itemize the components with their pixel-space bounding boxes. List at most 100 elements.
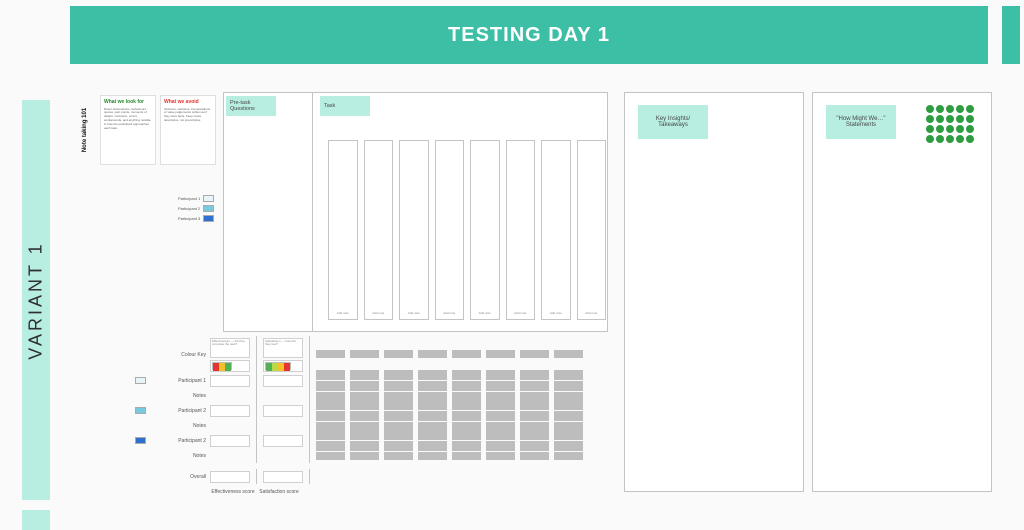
dot-grid[interactable]: [926, 105, 974, 143]
score-swatch[interactable]: [418, 370, 447, 380]
task-column[interactable]: Add note: [364, 140, 394, 320]
dot-icon[interactable]: [926, 125, 934, 133]
notes-swatch[interactable]: [486, 452, 515, 460]
notes-swatch[interactable]: [316, 392, 345, 400]
score-swatch[interactable]: [486, 441, 515, 451]
dot-icon[interactable]: [966, 125, 974, 133]
score-swatch[interactable]: [350, 370, 379, 380]
dot-icon[interactable]: [956, 105, 964, 113]
notes-swatch[interactable]: [418, 392, 447, 400]
score-swatch[interactable]: [316, 400, 345, 410]
score-swatch[interactable]: [384, 381, 413, 391]
score-swatch[interactable]: [486, 430, 515, 440]
notes-swatch[interactable]: [418, 422, 447, 430]
score-swatch[interactable]: [452, 441, 481, 451]
notes-swatch[interactable]: [486, 392, 515, 400]
notes-swatch[interactable]: [418, 452, 447, 460]
score-swatch[interactable]: [384, 411, 413, 421]
score-swatch[interactable]: [486, 411, 515, 421]
score-swatch[interactable]: [520, 381, 549, 391]
score-swatch[interactable]: [486, 381, 515, 391]
notes-swatch[interactable]: [350, 392, 379, 400]
dot-icon[interactable]: [966, 115, 974, 123]
notes-swatch[interactable]: [350, 422, 379, 430]
dot-icon[interactable]: [956, 115, 964, 123]
notes-swatch[interactable]: [316, 452, 345, 460]
score-swatch[interactable]: [554, 370, 583, 380]
score-swatch[interactable]: [452, 411, 481, 421]
score-swatch[interactable]: [316, 441, 345, 451]
notes-swatch[interactable]: [486, 422, 515, 430]
matrix-cell[interactable]: [263, 471, 303, 483]
task-column[interactable]: Add note: [506, 140, 536, 320]
dot-icon[interactable]: [936, 125, 944, 133]
score-swatch[interactable]: [316, 370, 345, 380]
score-swatch[interactable]: [316, 411, 345, 421]
notes-swatch[interactable]: [384, 392, 413, 400]
score-swatch[interactable]: [418, 411, 447, 421]
notes-swatch[interactable]: [384, 422, 413, 430]
score-swatch[interactable]: [316, 430, 345, 440]
notes-swatch[interactable]: [554, 392, 583, 400]
matrix-cell[interactable]: [210, 405, 250, 417]
matrix-cell[interactable]: [210, 471, 250, 483]
pretask-sticky[interactable]: Pre-task Questions: [226, 96, 276, 116]
notes-swatch[interactable]: [554, 422, 583, 430]
score-swatch[interactable]: [554, 441, 583, 451]
dot-icon[interactable]: [926, 105, 934, 113]
score-swatch[interactable]: [554, 381, 583, 391]
notes-swatch[interactable]: [554, 452, 583, 460]
dot-icon[interactable]: [936, 115, 944, 123]
score-swatch[interactable]: [486, 400, 515, 410]
score-swatch[interactable]: [554, 430, 583, 440]
dot-icon[interactable]: [966, 135, 974, 143]
score-swatch[interactable]: [418, 441, 447, 451]
score-swatch[interactable]: [350, 441, 379, 451]
dot-icon[interactable]: [966, 105, 974, 113]
score-swatch[interactable]: [384, 400, 413, 410]
score-swatch[interactable]: [316, 381, 345, 391]
notes-swatch[interactable]: [520, 422, 549, 430]
score-swatch[interactable]: [384, 441, 413, 451]
score-swatch[interactable]: [350, 400, 379, 410]
score-swatch[interactable]: [384, 370, 413, 380]
hmw-panel[interactable]: [812, 92, 992, 492]
task-column[interactable]: Add note: [541, 140, 571, 320]
score-swatch[interactable]: [418, 430, 447, 440]
dot-icon[interactable]: [956, 135, 964, 143]
score-swatch[interactable]: [520, 411, 549, 421]
task-column[interactable]: Add note: [470, 140, 500, 320]
score-swatch[interactable]: [520, 430, 549, 440]
score-swatch[interactable]: [486, 370, 515, 380]
score-swatch[interactable]: [350, 411, 379, 421]
notes-swatch[interactable]: [452, 422, 481, 430]
notes-swatch[interactable]: [520, 392, 549, 400]
score-swatch[interactable]: [452, 430, 481, 440]
dot-icon[interactable]: [936, 105, 944, 113]
score-swatch[interactable]: [452, 370, 481, 380]
dot-icon[interactable]: [926, 135, 934, 143]
task-sticky[interactable]: Task: [320, 96, 370, 116]
score-swatch[interactable]: [554, 411, 583, 421]
score-swatch[interactable]: [452, 400, 481, 410]
dot-icon[interactable]: [926, 115, 934, 123]
score-swatch[interactable]: [452, 381, 481, 391]
dot-icon[interactable]: [936, 135, 944, 143]
score-swatch[interactable]: [554, 400, 583, 410]
dot-icon[interactable]: [946, 125, 954, 133]
task-column[interactable]: Add note: [577, 140, 607, 320]
score-swatch[interactable]: [350, 430, 379, 440]
score-swatch[interactable]: [418, 400, 447, 410]
score-swatch[interactable]: [520, 370, 549, 380]
task-column[interactable]: Add note: [435, 140, 465, 320]
task-column[interactable]: Add note: [399, 140, 429, 320]
task-column[interactable]: Add note: [328, 140, 358, 320]
score-swatch[interactable]: [384, 430, 413, 440]
score-swatch[interactable]: [350, 381, 379, 391]
matrix-cell[interactable]: [263, 435, 303, 447]
score-swatch[interactable]: [520, 400, 549, 410]
score-swatch[interactable]: [520, 441, 549, 451]
insights-panel[interactable]: [624, 92, 804, 492]
dot-icon[interactable]: [956, 125, 964, 133]
score-swatch[interactable]: [418, 381, 447, 391]
